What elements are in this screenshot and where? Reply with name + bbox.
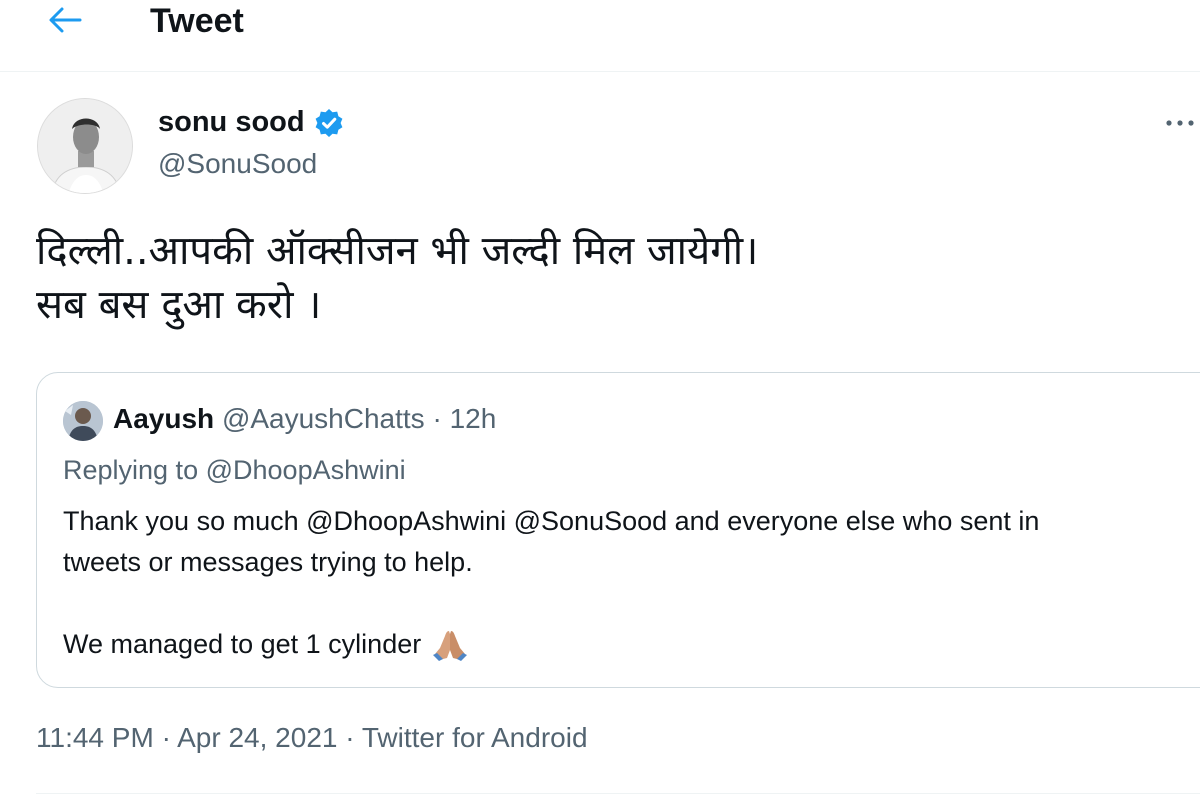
quoted-author-handle[interactable]: @AayushChatts xyxy=(222,403,425,434)
profile-photo xyxy=(38,99,132,193)
folded-hands-emoji xyxy=(433,630,468,661)
replying-to: Replying to @DhoopAshwini xyxy=(63,455,406,486)
quoted-body: Thank you so much @DhoopAshwini @SonuSoo… xyxy=(63,501,1193,665)
quoted-author-name[interactable]: Aayush xyxy=(113,403,214,434)
quoted-profile-photo xyxy=(63,401,103,441)
separator: · xyxy=(345,722,355,753)
divider xyxy=(36,793,1200,794)
replying-prefix: Replying to xyxy=(63,455,199,485)
replying-mention[interactable]: @DhoopAshwini xyxy=(206,455,406,485)
quoted-body-line: Thank you so much @DhoopAshwini @SonuSoo… xyxy=(63,506,1040,536)
tweet-date[interactable]: Apr 24, 2021 xyxy=(177,722,337,753)
separator: · xyxy=(432,403,442,434)
tweet-meta: 11:44 PM · Apr 24, 2021 · Twitter for An… xyxy=(36,722,588,754)
back-button[interactable] xyxy=(40,0,90,40)
arrow-left-icon xyxy=(49,7,82,33)
quoted-header: Aayush @AayushChatts · 12h xyxy=(113,403,496,435)
tweet-time[interactable]: 11:44 PM xyxy=(36,722,154,753)
tweet-text: दिल्ली..आपकी ऑक्सीजन भी जल्दी मिल जायेगी… xyxy=(36,228,759,328)
page-title: Tweet xyxy=(150,2,244,40)
tweet-source[interactable]: Twitter for Android xyxy=(362,722,588,753)
quoted-body-text: We managed to get 1 cylinder xyxy=(63,629,422,659)
more-dots-icon xyxy=(1166,120,1194,126)
quoted-avatar[interactable] xyxy=(63,401,103,441)
quoted-body-paragraph: We managed to get 1 cylinder xyxy=(63,624,1193,665)
author-name-row: sonu sood xyxy=(158,106,345,139)
top-bar: Tweet xyxy=(0,0,1200,72)
author-name[interactable]: sonu sood xyxy=(158,106,305,139)
author-handle[interactable]: @SonuSood xyxy=(158,148,317,180)
avatar[interactable] xyxy=(37,98,133,194)
tweet-page: Tweet sonu sood @SonuSood दिल्ली..आपकी ऑ… xyxy=(0,0,1200,800)
verified-badge-icon xyxy=(315,108,343,137)
quoted-body-line: tweets or messages trying to help. xyxy=(63,547,473,577)
more-button[interactable] xyxy=(1160,108,1200,138)
separator: · xyxy=(161,722,171,753)
quoted-tweet[interactable]: Aayush @AayushChatts · 12h Replying to @… xyxy=(36,372,1200,688)
quoted-timestamp[interactable]: 12h xyxy=(450,403,497,434)
